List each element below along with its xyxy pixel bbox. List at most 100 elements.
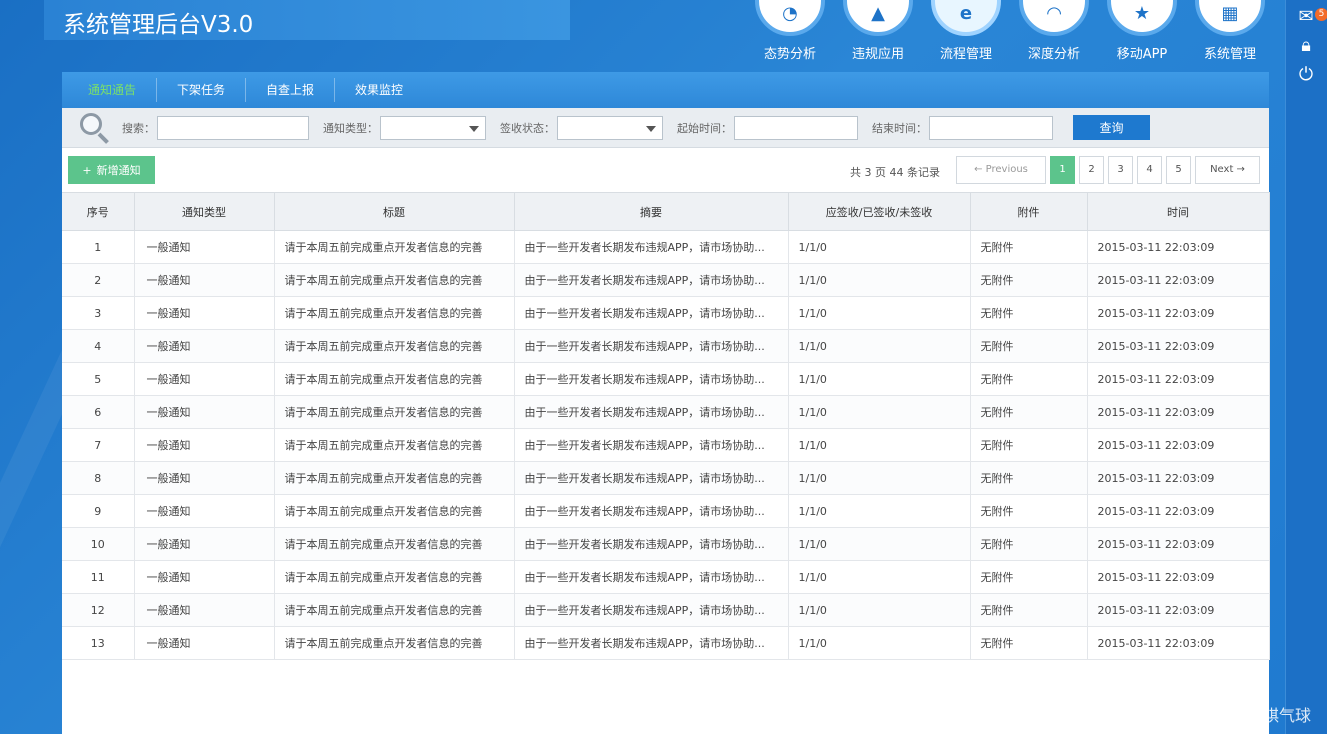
table-cell: 由于一些开发者长期发布违规APP，请市场协助... — [514, 527, 789, 561]
table-cell: 一般通知 — [134, 428, 275, 462]
table-cell: 1/1/0 — [788, 395, 971, 429]
keyword-input[interactable] — [157, 115, 309, 140]
table-row[interactable]: 2 一般通知 请于本周五前完成重点开发者信息的完善 由于一些开发者长期发布违规APP，… — [62, 263, 1270, 297]
tab-takedown-tasks[interactable]: 下架任务 — [157, 78, 247, 102]
table-cell: 一般通知 — [134, 626, 275, 660]
table-cell: 2015-03-11 22:03:09 — [1087, 527, 1270, 561]
page-button[interactable]: 3 — [1108, 156, 1133, 184]
table-cell: 2015-03-11 22:03:09 — [1087, 395, 1270, 429]
sub-tabs: 通知通告 下架任务 自查上报 效果监控 — [62, 72, 1269, 108]
notice-table: 序号 通知类型 标题 摘要 应签收/已签收/未签收 附件 时间 1 一般通知 请于本… — [62, 192, 1270, 660]
type-select[interactable] — [380, 115, 486, 140]
table-cell: 请于本周五前完成重点开发者信息的完善 — [274, 593, 515, 627]
page-button[interactable]: 1 — [1050, 156, 1075, 184]
table-cell: 请于本周五前完成重点开发者信息的完善 — [274, 527, 515, 561]
table-cell: 5 — [62, 362, 135, 396]
nav-label: 流程管理 — [939, 47, 992, 62]
table-cell: 1/1/0 — [788, 527, 971, 561]
table-cell: 无附件 — [970, 329, 1088, 363]
column-header: 通知类型 — [134, 192, 275, 231]
table-cell: 3 — [62, 296, 135, 330]
table-cell: 2015-03-11 22:03:09 — [1087, 626, 1270, 660]
table-cell: 1/1/0 — [788, 626, 971, 660]
table-cell: 请于本周五前完成重点开发者信息的完善 — [274, 230, 515, 264]
lock-icon[interactable]: 🔒︎ — [1293, 35, 1319, 57]
main-panel: 通知通告 下架任务 自查上报 效果监控 搜索： 通知类型： 签收状态： 起始时间… — [62, 72, 1270, 734]
table-row[interactable]: 10 一般通知 请于本周五前完成重点开发者信息的完善 由于一些开发者长期发布违规APP… — [62, 527, 1270, 561]
table-row[interactable]: 3 一般通知 请于本周五前完成重点开发者信息的完善 由于一些开发者长期发布违规APP，… — [62, 296, 1270, 330]
table-cell: 13 — [62, 626, 135, 660]
table-row[interactable]: 4 一般通知 请于本周五前完成重点开发者信息的完善 由于一些开发者长期发布违规APP，… — [62, 329, 1270, 363]
table-cell: 无附件 — [970, 428, 1088, 462]
power-icon[interactable]: ⏻ — [1293, 64, 1319, 86]
table-row[interactable]: 11 一般通知 请于本周五前完成重点开发者信息的完善 由于一些开发者长期发布违规APP… — [62, 560, 1270, 594]
mail-icon[interactable]: ✉ 5 — [1293, 6, 1327, 28]
table-cell: 2 — [62, 263, 135, 297]
tab-self-report[interactable]: 自查上报 — [246, 78, 336, 102]
pagination: ← Previous 1 2 3 4 5 Next → — [956, 156, 1260, 184]
query-button[interactable]: 查询 — [1073, 115, 1150, 140]
nav-item-process[interactable]: e 流程管理 — [926, 0, 1006, 68]
table-cell: 由于一些开发者长期发布违规APP，请市场协助... — [514, 296, 789, 330]
next-page-button[interactable]: Next → — [1195, 156, 1260, 184]
table-row[interactable]: 8 一般通知 请于本周五前完成重点开发者信息的完善 由于一些开发者长期发布违规APP，… — [62, 461, 1270, 495]
table-cell: 一般通知 — [134, 362, 275, 396]
table-row[interactable]: 12 一般通知 请于本周五前完成重点开发者信息的完善 由于一些开发者长期发布违规APP… — [62, 593, 1270, 627]
table-cell: 请于本周五前完成重点开发者信息的完善 — [274, 362, 515, 396]
nav-label: 移动APP — [1116, 47, 1168, 62]
table-row[interactable]: 9 一般通知 请于本周五前完成重点开发者信息的完善 由于一些开发者长期发布违规APP，… — [62, 494, 1270, 528]
nav-item-violation[interactable]: ▲ 违规应用 — [838, 0, 918, 68]
table-row[interactable]: 5 一般通知 请于本周五前完成重点开发者信息的完善 由于一些开发者长期发布违规APP，… — [62, 362, 1270, 396]
table-cell: 一般通知 — [134, 494, 275, 528]
table-cell: 一般通知 — [134, 461, 275, 495]
type-label: 通知类型： — [323, 121, 378, 135]
previous-page-button[interactable]: ← Previous — [956, 156, 1046, 184]
page-button[interactable]: 5 — [1166, 156, 1191, 184]
table-cell: 2015-03-11 22:03:09 — [1087, 329, 1270, 363]
start-time-input[interactable] — [734, 115, 858, 140]
nav-item-deep-analysis[interactable]: ◠ 深度分析 — [1014, 0, 1094, 68]
status-select[interactable] — [557, 115, 663, 140]
table-cell: 无附件 — [970, 560, 1088, 594]
nav-item-system[interactable]: ▦ 系统管理 — [1190, 0, 1270, 68]
chevron-down-icon — [469, 125, 479, 132]
nav-item-situation[interactable]: ◔ 态势分析 — [750, 0, 830, 68]
table-cell: 2015-03-11 22:03:09 — [1087, 428, 1270, 462]
table-cell: 1/1/0 — [788, 461, 971, 495]
tab-effect-monitor[interactable]: 效果监控 — [335, 78, 423, 102]
end-time-label: 结束时间： — [872, 121, 927, 135]
table-cell: 2015-03-11 22:03:09 — [1087, 362, 1270, 396]
table-cell: 请于本周五前完成重点开发者信息的完善 — [274, 296, 515, 330]
table-cell: 请于本周五前完成重点开发者信息的完善 — [274, 395, 515, 429]
end-time-input[interactable] — [929, 115, 1053, 140]
table-cell: 请于本周五前完成重点开发者信息的完善 — [274, 263, 515, 297]
table-cell: 请于本周五前完成重点开发者信息的完善 — [274, 428, 515, 462]
table-row[interactable]: 1 一般通知 请于本周五前完成重点开发者信息的完善 由于一些开发者长期发布违规APP，… — [62, 230, 1270, 264]
table-row[interactable]: 13 一般通知 请于本周五前完成重点开发者信息的完善 由于一些开发者长期发布违规APP… — [62, 626, 1270, 660]
table-cell: 2015-03-11 22:03:09 — [1087, 494, 1270, 528]
table-row[interactable]: 6 一般通知 请于本周五前完成重点开发者信息的完善 由于一些开发者长期发布违规APP，… — [62, 395, 1270, 429]
table-cell: 由于一些开发者长期发布违规APP，请市场协助... — [514, 626, 789, 660]
table-cell: 1/1/0 — [788, 494, 971, 528]
nav-item-mobile-app[interactable]: ★ 移动APP — [1102, 0, 1182, 68]
table-header-row: 序号 通知类型 标题 摘要 应签收/已签收/未签收 附件 时间 — [62, 192, 1270, 231]
chevron-down-icon — [646, 125, 656, 132]
page-button[interactable]: 4 — [1137, 156, 1162, 184]
table-cell: 一般通知 — [134, 395, 275, 429]
table-cell: 由于一些开发者长期发布违规APP，请市场协助... — [514, 362, 789, 396]
table-cell: 无附件 — [970, 527, 1088, 561]
table-cell: 一般通知 — [134, 329, 275, 363]
table-row[interactable]: 7 一般通知 请于本周五前完成重点开发者信息的完善 由于一些开发者长期发布违规APP，… — [62, 428, 1270, 462]
tab-notices[interactable]: 通知通告 — [68, 78, 158, 102]
table-cell: 由于一些开发者长期发布违规APP，请市场协助... — [514, 230, 789, 264]
table-cell: 由于一些开发者长期发布违规APP，请市场协助... — [514, 428, 789, 462]
add-notice-button[interactable]: + 新增通知 — [68, 156, 155, 184]
page-button[interactable]: 2 — [1079, 156, 1104, 184]
table-cell: 无附件 — [970, 626, 1088, 660]
right-rail: ✉ 5 🔒︎ ⏻ — [1285, 0, 1327, 734]
table-cell: 请于本周五前完成重点开发者信息的完善 — [274, 626, 515, 660]
action-row: + 新增通知 共 3 页 44 条记录 ← Previous 1 2 3 4 5… — [62, 148, 1269, 192]
table-cell: 一般通知 — [134, 527, 275, 561]
record-count: 共 3 页 44 条记录 — [850, 166, 940, 179]
table-cell: 无附件 — [970, 296, 1088, 330]
